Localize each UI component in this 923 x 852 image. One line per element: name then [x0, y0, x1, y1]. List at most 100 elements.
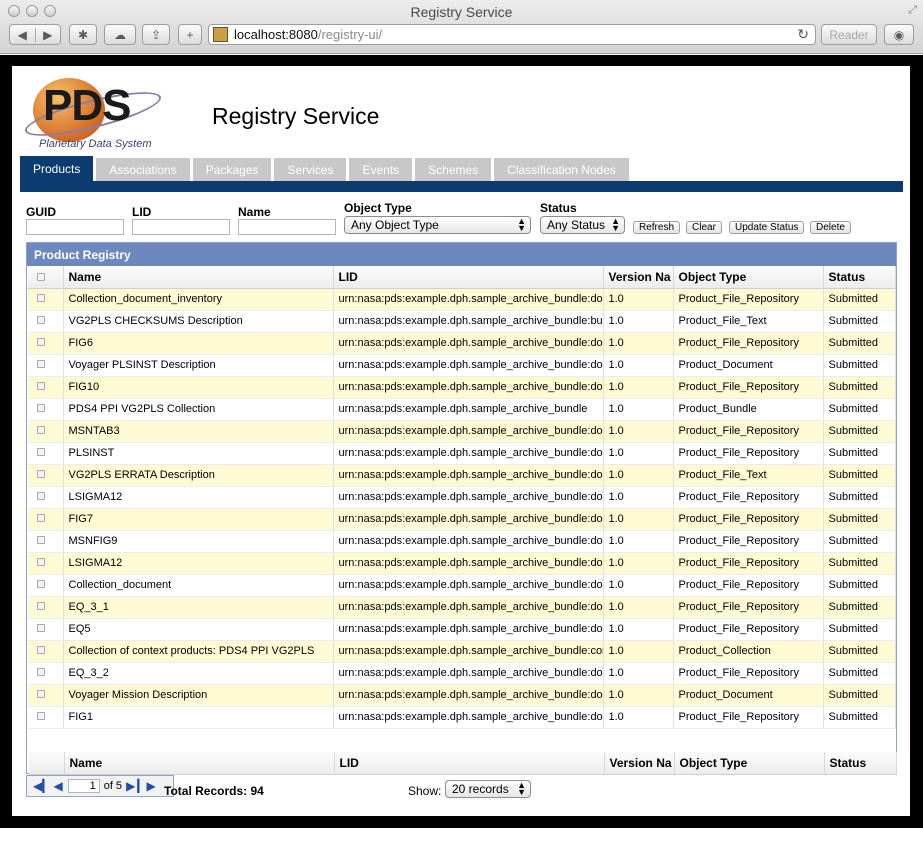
- page-content: PDS Planetary Data System Registry Servi…: [12, 66, 910, 816]
- fullscreen-icon[interactable]: ⤢: [908, 4, 917, 17]
- tab-packages[interactable]: Packages: [192, 158, 272, 181]
- table-row[interactable]: PDS4 PPI VG2PLS Collection urn:nasa:pds:e…: [28, 398, 896, 421]
- delete-button[interactable]: Delete: [810, 221, 851, 234]
- column-header-name[interactable]: Name: [63, 266, 334, 289]
- puzzle-icon[interactable]: ✱: [69, 24, 97, 45]
- forward-icon[interactable]: ▶: [34, 27, 61, 42]
- row-checkbox[interactable]: [28, 530, 64, 553]
- cell-status: Submitted: [823, 442, 896, 465]
- clear-button[interactable]: Clear: [686, 221, 722, 234]
- row-checkbox[interactable]: [28, 398, 64, 421]
- row-checkbox[interactable]: [28, 618, 64, 641]
- row-checkbox[interactable]: [28, 376, 64, 399]
- column-header-status[interactable]: Status: [823, 266, 896, 289]
- tab-associations[interactable]: Associations: [96, 158, 190, 181]
- table-row[interactable]: LSIGMA12 urn:nasa:pds:example.dph.sample_…: [28, 486, 896, 509]
- first-page-icon[interactable]: ◀▎: [33, 779, 51, 793]
- row-checkbox[interactable]: [28, 288, 64, 311]
- status-select[interactable]: Any Status ▲ ▼: [540, 216, 625, 234]
- table-row[interactable]: MSNFIG9 urn:nasa:pds:example.dph.sample_a…: [28, 530, 896, 553]
- prev-page-icon[interactable]: ◀: [53, 779, 62, 793]
- total-records: Total Records: 94: [164, 784, 264, 798]
- table-row[interactable]: LSIGMA12 urn:nasa:pds:example.dph.sample_…: [28, 552, 896, 575]
- cell-name: Collection of context products: PDS4 PPI…: [63, 640, 334, 663]
- cell-status: Submitted: [823, 530, 896, 553]
- table-row[interactable]: PLSINST urn:nasa:pds:example.dph.sample_a…: [28, 442, 896, 465]
- table-row[interactable]: EQ_3_2 urn:nasa:pds:example.dph.sample_ar…: [28, 662, 896, 685]
- window-title: Registry Service: [410, 4, 513, 20]
- new-tab-plus-icon[interactable]: +: [178, 24, 202, 45]
- downloads-icon[interactable]: ◉: [884, 24, 914, 45]
- table-row[interactable]: FIG6 urn:nasa:pds:example.dph.sample_arch…: [28, 332, 896, 355]
- table-row[interactable]: Voyager Mission Description urn:nasa:pds:…: [28, 684, 896, 707]
- row-checkbox[interactable]: [28, 332, 64, 355]
- cloud-icon[interactable]: ☁: [104, 24, 136, 45]
- page-size-select[interactable]: 20 records ▲ ▼: [445, 780, 531, 798]
- cell-object-type: Product_File_Repository: [673, 530, 824, 553]
- row-checkbox[interactable]: [28, 596, 64, 619]
- row-checkbox[interactable]: [28, 508, 64, 531]
- table-row[interactable]: EQ_3_1 urn:nasa:pds:example.dph.sample_ar…: [28, 596, 896, 619]
- panel-title: Product Registry: [27, 243, 896, 266]
- table-row[interactable]: VG2PLS ERRATA Description urn:nasa:pds:ex…: [28, 464, 896, 487]
- last-page-icon[interactable]: ▎▶: [137, 779, 155, 793]
- tab-events[interactable]: Events: [349, 158, 413, 181]
- footer-header-status: Status: [824, 752, 897, 775]
- reader-button[interactable]: Reader: [821, 24, 877, 45]
- table-row[interactable]: Collection of context products: PDS4 PPI…: [28, 640, 896, 663]
- cell-lid: urn:nasa:pds:example.dph.sample_archive_…: [333, 310, 604, 333]
- cell-status: Submitted: [823, 618, 896, 641]
- table-row[interactable]: VG2PLS CHECKSUMS Description urn:nasa:pds…: [28, 310, 896, 333]
- row-checkbox[interactable]: [28, 574, 64, 597]
- row-checkbox[interactable]: [28, 442, 64, 465]
- cell-name: LSIGMA12: [63, 486, 334, 509]
- column-header-version[interactable]: Version Na: [603, 266, 674, 289]
- next-page-icon[interactable]: ▶: [126, 779, 135, 793]
- row-checkbox[interactable]: [28, 486, 64, 509]
- table-row[interactable]: MSNTAB3 urn:nasa:pds:example.dph.sample_a…: [28, 420, 896, 443]
- select-all-checkbox[interactable]: [28, 266, 64, 289]
- row-checkbox[interactable]: [28, 640, 64, 663]
- refresh-button[interactable]: Refresh: [633, 221, 681, 234]
- table-row[interactable]: FIG7 urn:nasa:pds:example.dph.sample_arch…: [28, 508, 896, 531]
- cell-lid: urn:nasa:pds:example.dph.sample_archive_…: [333, 442, 604, 465]
- tab-services[interactable]: Services: [274, 158, 347, 181]
- tab-schemes[interactable]: Schemes: [415, 158, 492, 181]
- row-checkbox[interactable]: [28, 420, 64, 443]
- cell-version: 1.0: [603, 376, 674, 399]
- page-number-input[interactable]: 1: [67, 779, 100, 793]
- table-row[interactable]: EQ5 urn:nasa:pds:example.dph.sample_archi…: [28, 618, 896, 641]
- tab-products[interactable]: Products: [20, 156, 94, 181]
- row-checkbox[interactable]: [28, 552, 64, 575]
- update-status-button[interactable]: Update Status: [729, 221, 805, 234]
- name-input[interactable]: [238, 219, 336, 235]
- table-row[interactable]: FIG1 urn:nasa:pds:example.dph.sample_arch…: [28, 706, 896, 729]
- table-row[interactable]: Voyager PLSINST Description urn:nasa:pds:…: [28, 354, 896, 377]
- row-checkbox[interactable]: [28, 354, 64, 377]
- row-checkbox[interactable]: [28, 706, 64, 729]
- row-checkbox[interactable]: [28, 662, 64, 685]
- row-checkbox[interactable]: [28, 310, 64, 333]
- reload-icon[interactable]: ↻: [797, 26, 809, 43]
- table-row[interactable]: FIG10 urn:nasa:pds:example.dph.sample_arc…: [28, 376, 896, 399]
- row-checkbox[interactable]: [28, 464, 64, 487]
- column-header-object-type[interactable]: Object Type: [673, 266, 824, 289]
- cell-object-type: Product_File_Repository: [673, 376, 824, 399]
- cell-version: 1.0: [603, 640, 674, 663]
- table-row[interactable]: Collection_document urn:nasa:pds:example.…: [28, 574, 896, 597]
- cell-name: EQ_3_1: [63, 596, 334, 619]
- object-type-select[interactable]: Any Object Type ▲ ▼: [344, 216, 531, 234]
- table-row[interactable]: Collection_document_inventory urn:nasa:pd…: [28, 288, 896, 311]
- share-icon[interactable]: ⇪: [142, 24, 170, 45]
- back-icon[interactable]: ◀: [10, 28, 35, 42]
- cell-name: Collection_document: [63, 574, 334, 597]
- column-header-lid[interactable]: LID: [333, 266, 604, 289]
- lid-input[interactable]: [132, 219, 230, 235]
- guid-input[interactable]: [26, 219, 124, 235]
- address-bar[interactable]: localhost:8080 /registry-ui/ ↻: [208, 24, 816, 45]
- tab-classification-nodes[interactable]: Classification Nodes: [494, 158, 629, 181]
- cell-version: 1.0: [603, 706, 674, 729]
- cell-object-type: Product_File_Repository: [673, 706, 824, 729]
- footer-header-row: Name LID Version Na Object Type Status: [29, 752, 897, 775]
- row-checkbox[interactable]: [28, 684, 64, 707]
